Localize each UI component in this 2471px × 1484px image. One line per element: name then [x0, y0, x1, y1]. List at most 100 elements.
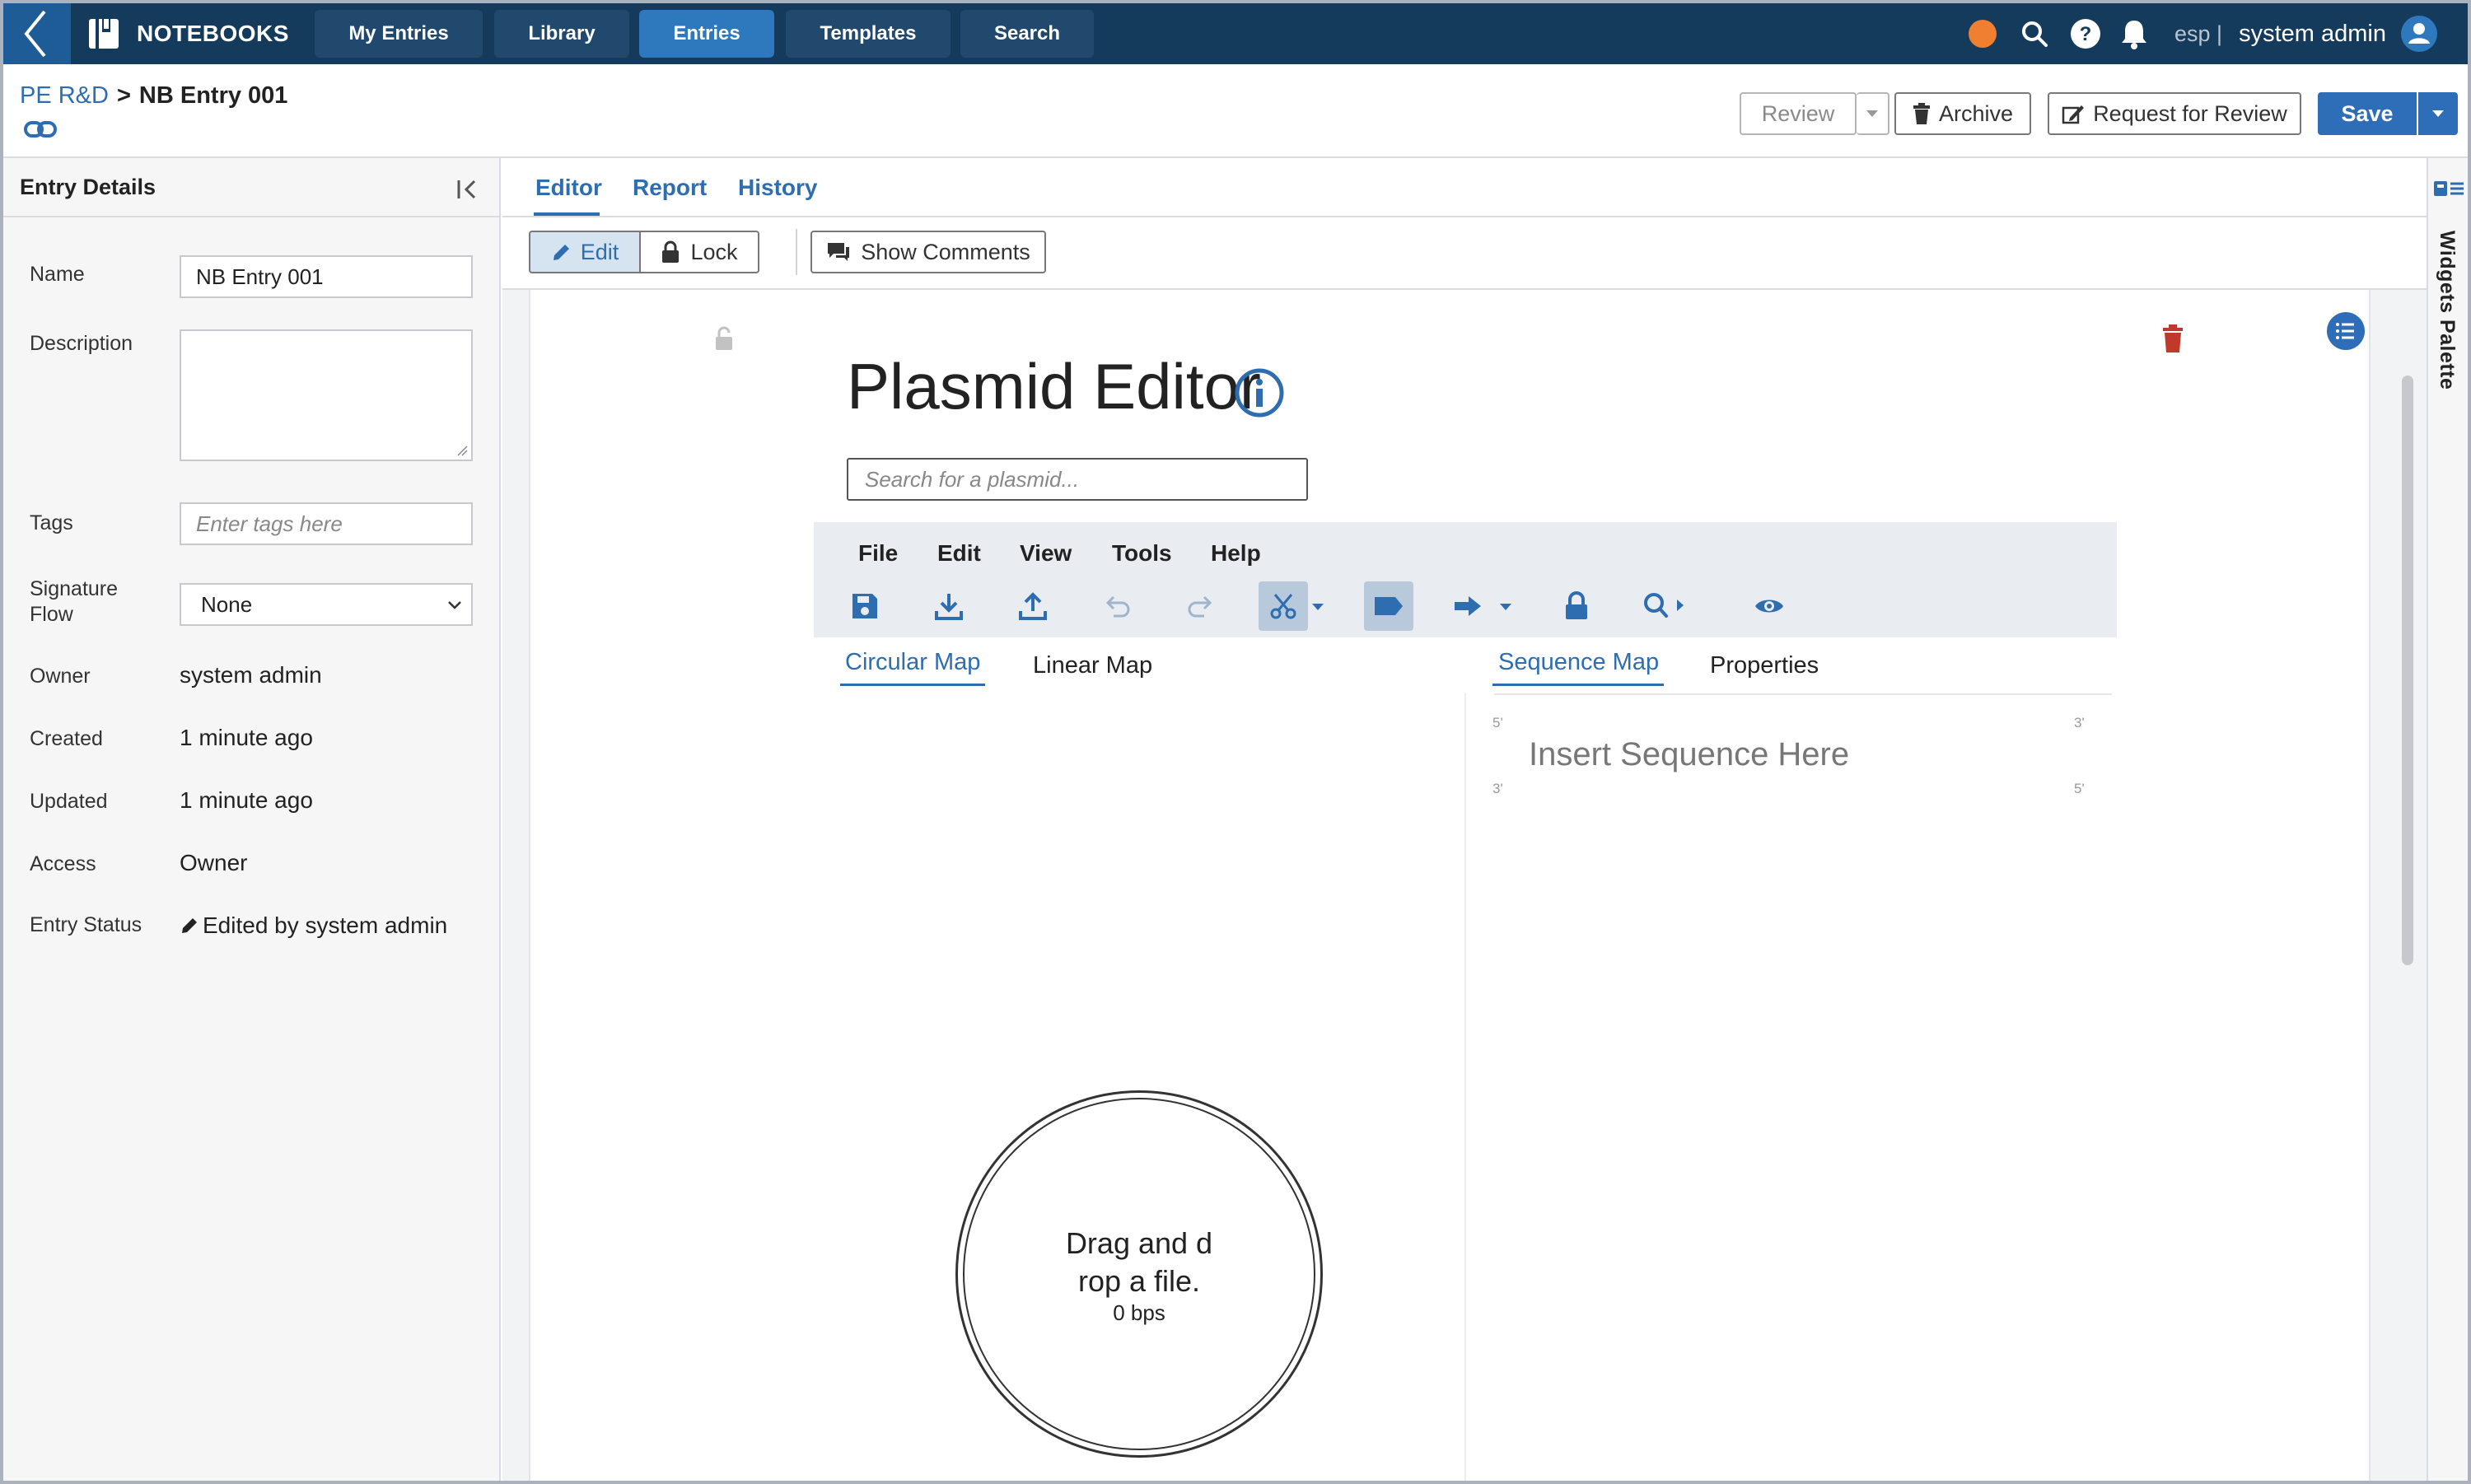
- menu-view[interactable]: View: [1020, 540, 1072, 567]
- user-name[interactable]: system admin: [2239, 21, 2386, 48]
- search-icon: [1644, 593, 1684, 618]
- nav-search[interactable]: Search: [960, 10, 1094, 58]
- tags-input[interactable]: Enter tags here: [180, 502, 473, 545]
- menu-edit[interactable]: Edit: [937, 540, 981, 567]
- show-comments-button[interactable]: Show Comments: [810, 231, 1046, 273]
- lock-sequence-tool[interactable]: [1552, 581, 1601, 631]
- help-icon[interactable]: ?: [2069, 17, 2102, 50]
- nav-templates[interactable]: Templates: [786, 10, 951, 58]
- search-icon[interactable]: [2020, 19, 2049, 49]
- edit-mode-button[interactable]: Edit: [529, 231, 641, 273]
- features-tool[interactable]: [1364, 581, 1413, 631]
- orfs-tool[interactable]: [1443, 581, 1492, 631]
- collapse-panel-icon[interactable]: [456, 178, 481, 201]
- toolbar-divider: [796, 229, 797, 275]
- redo-icon: [1188, 595, 1212, 618]
- svg-text:?: ?: [2080, 23, 2092, 45]
- updated-value: 1 minute ago: [180, 787, 313, 813]
- caret-down-icon: [1866, 110, 1878, 117]
- created-value: 1 minute ago: [180, 725, 313, 750]
- breadcrumb-current: NB Entry 001: [138, 82, 288, 109]
- editor-toolbar: Edit Lock Show Comments: [502, 217, 2427, 290]
- map-divider: [1464, 693, 1466, 1481]
- menu-tools[interactable]: Tools: [1112, 540, 1172, 567]
- nav-my-entries[interactable]: My Entries: [315, 10, 483, 58]
- updated-label: Updated: [30, 790, 108, 813]
- cut-sites-tool[interactable]: [1259, 581, 1308, 631]
- breadcrumb-parent[interactable]: PE R&D: [20, 82, 109, 110]
- review-dropdown-button[interactable]: [1857, 92, 1889, 135]
- resize-handle-icon[interactable]: [455, 443, 468, 456]
- app-brand[interactable]: NOTEBOOKS: [86, 3, 289, 64]
- tab-linear-map[interactable]: Linear Map: [1033, 652, 1152, 679]
- info-icon[interactable]: [1234, 367, 1285, 418]
- breadcrumb-separator: >: [116, 82, 131, 109]
- feature-tag-icon: [1375, 597, 1403, 615]
- upload-tool[interactable]: [1008, 581, 1058, 631]
- circular-map-ring[interactable]: Drag and d rop a file. 0 bps: [955, 1090, 1323, 1458]
- name-field[interactable]: NB Entry 001: [180, 255, 473, 298]
- eye-icon: [1755, 600, 1783, 613]
- lock-icon: [662, 240, 680, 263]
- trash-icon: [1913, 103, 1930, 124]
- caret-down-icon[interactable]: [1499, 603, 1512, 611]
- outline-list-icon[interactable]: [2326, 311, 2366, 351]
- tab-properties[interactable]: Properties: [1710, 652, 1819, 679]
- tab-history[interactable]: History: [738, 175, 817, 201]
- name-label: Name: [30, 263, 85, 286]
- back-button[interactable]: [3, 3, 71, 64]
- entry-details-panel: Entry Details Name NB Entry 001 Descript…: [3, 158, 501, 1481]
- status-dot-icon[interactable]: [1969, 20, 1997, 48]
- link-icon[interactable]: [23, 119, 58, 140]
- insert-sequence-prompt[interactable]: Insert Sequence Here: [1529, 736, 1849, 773]
- breadcrumb: PE R&D > NB Entry 001: [20, 82, 287, 110]
- visibility-tool[interactable]: [1745, 581, 1794, 631]
- user-avatar-icon[interactable]: [2399, 14, 2439, 54]
- caret-down-icon[interactable]: [1311, 603, 1324, 611]
- tab-circular-map[interactable]: Circular Map: [845, 649, 980, 676]
- archive-button[interactable]: Archive: [1894, 92, 2031, 135]
- scrollbar-thumb[interactable]: [2402, 376, 2413, 965]
- owner-value: system admin: [180, 662, 322, 688]
- caret-down-icon: [2432, 110, 2444, 117]
- sequence-header-divider: [1494, 693, 2112, 695]
- nav-library[interactable]: Library: [494, 10, 629, 58]
- review-button[interactable]: Review: [1740, 92, 1857, 135]
- tab-sequence-map[interactable]: Sequence Map: [1498, 649, 1659, 676]
- drop-prompt-line1: Drag and d: [1065, 1226, 1213, 1260]
- find-tool[interactable]: [1636, 581, 1698, 631]
- description-field[interactable]: [180, 329, 473, 461]
- tab-report[interactable]: Report: [633, 175, 707, 201]
- language-label[interactable]: esp |: [2174, 21, 2222, 47]
- redo-tool[interactable]: [1176, 581, 1226, 631]
- delete-widget-icon[interactable]: [2161, 324, 2184, 352]
- widgets-palette-icon[interactable]: [2433, 180, 2464, 198]
- bell-icon[interactable]: [2118, 17, 2150, 50]
- menu-file[interactable]: File: [858, 540, 898, 567]
- created-label: Created: [30, 727, 103, 750]
- main-tabs: Editor Report History: [502, 158, 2427, 217]
- pencil-icon: [182, 918, 197, 933]
- lock-button[interactable]: Lock: [639, 231, 759, 273]
- widgets-palette-label[interactable]: Widgets Palette: [2435, 231, 2459, 390]
- plasmid-search-input[interactable]: Search for a plasmid...: [847, 458, 1308, 501]
- signature-flow-select[interactable]: None: [180, 583, 473, 626]
- nav-entries[interactable]: Entries: [639, 10, 774, 58]
- save-dropdown-button[interactable]: [2418, 92, 2458, 135]
- plasmid-editor-title-text: Plasmid Editor: [847, 350, 1261, 422]
- edit-note-icon: [2062, 105, 2085, 124]
- save-tool[interactable]: [840, 581, 890, 631]
- comments-icon: [828, 243, 850, 261]
- drop-file-prompt: Drag and d rop a file. 0 bps: [958, 1225, 1320, 1325]
- download-icon: [935, 594, 963, 620]
- drop-prompt-line2: rop a file.: [1077, 1264, 1201, 1298]
- request-review-button[interactable]: Request for Review: [2048, 92, 2301, 135]
- undo-tool[interactable]: [1092, 581, 1142, 631]
- save-button[interactable]: Save: [2318, 92, 2417, 135]
- tab-editor[interactable]: Editor: [535, 175, 602, 201]
- menu-help[interactable]: Help: [1211, 540, 1261, 567]
- strand-mark: 3': [1492, 781, 1503, 796]
- unlock-icon[interactable]: [713, 326, 735, 351]
- download-tool[interactable]: [924, 581, 974, 631]
- notebook-icon: [89, 19, 119, 49]
